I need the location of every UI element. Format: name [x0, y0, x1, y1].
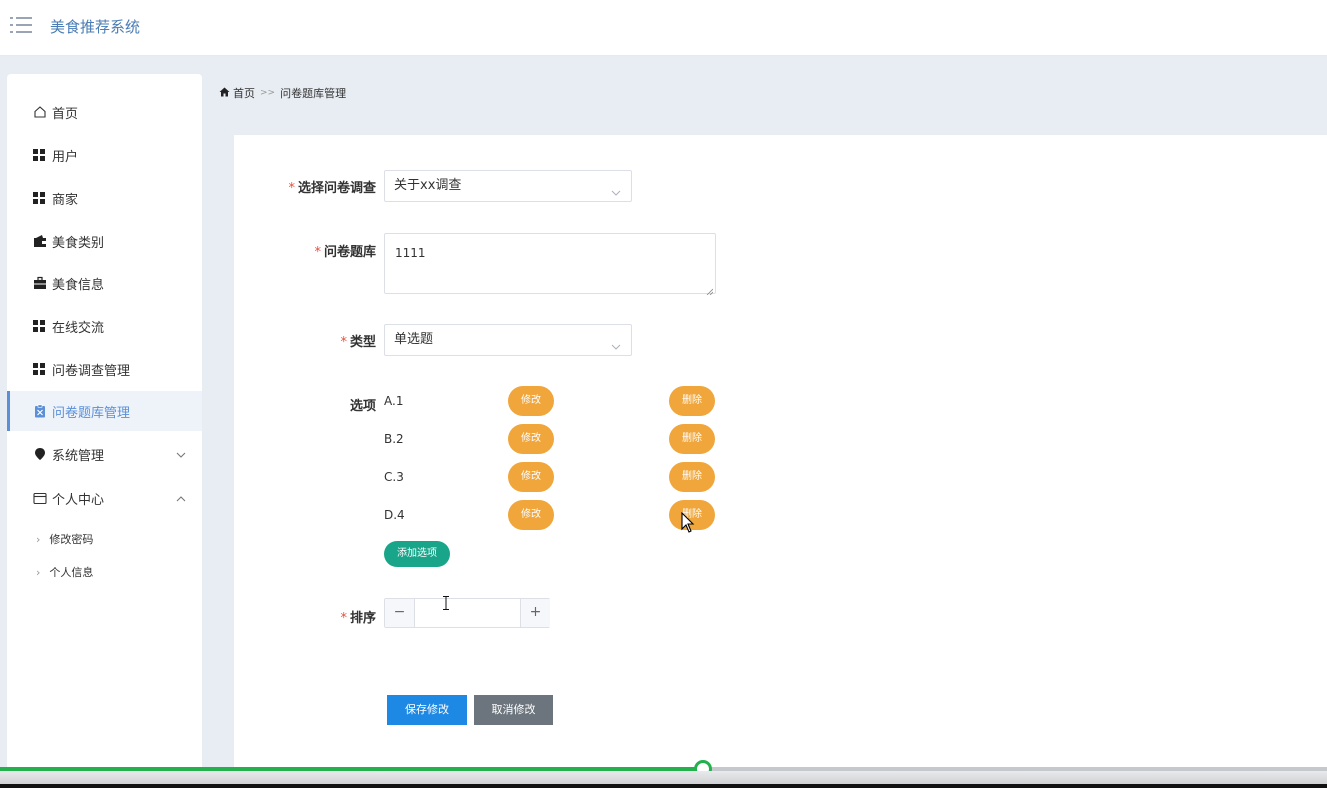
option-edit-button[interactable]: 修改	[508, 386, 554, 416]
sidebar-item-label: 首页	[52, 106, 79, 122]
wallet-icon	[33, 234, 47, 248]
home-icon	[219, 87, 230, 100]
add-option-button[interactable]: 添加选项	[384, 541, 450, 567]
text-cursor-icon	[443, 595, 449, 610]
option-delete-button[interactable]: 删除	[669, 462, 715, 492]
sidebar-item-system-management[interactable]: 系统管理	[7, 434, 202, 474]
grid-icon	[33, 191, 47, 205]
sidebar-subitem-change-password[interactable]: › 修改密码	[7, 524, 202, 554]
breadcrumb-current: 问卷题库管理	[280, 87, 347, 100]
sidebar-item-home[interactable]: 首页	[7, 92, 202, 132]
sidebar-item-label: 美食信息	[52, 277, 105, 293]
sidebar-item-label: 个人中心	[52, 492, 105, 508]
sidebar-item-label: 美食类别	[52, 235, 105, 251]
chevron-down-icon	[611, 180, 621, 196]
option-text: A.1	[384, 394, 404, 408]
option-delete-button[interactable]: 删除	[669, 424, 715, 454]
option-edit-button[interactable]: 修改	[508, 424, 554, 454]
option-edit-button[interactable]: 修改	[508, 500, 554, 530]
chevron-up-icon	[176, 492, 186, 502]
sidebar-subitem-label: 修改密码	[49, 533, 94, 546]
chevron-right-icon: ›	[36, 565, 41, 579]
sidebar-item-label: 系统管理	[52, 448, 105, 464]
sidebar-subitem-label: 个人信息	[49, 566, 94, 579]
sidebar-item-label: 在线交流	[52, 320, 105, 336]
type-label: * 类型	[340, 335, 376, 350]
chevron-down-icon	[611, 334, 621, 350]
sidebar-item-merchants[interactable]: 商家	[7, 178, 202, 218]
options-label: 选项	[349, 399, 376, 414]
sidebar-item-personal-center[interactable]: 个人中心	[7, 478, 202, 518]
sidebar-item-users[interactable]: 用户	[7, 135, 202, 175]
type-select[interactable]: 单选题	[384, 324, 632, 356]
breadcrumb-home-link[interactable]: 首页	[233, 85, 255, 101]
grid-icon	[33, 148, 47, 162]
menu-icon[interactable]	[10, 15, 32, 35]
sidebar-item-label: 用户	[52, 149, 79, 165]
player-bar	[0, 771, 1327, 784]
home-outline-icon	[33, 105, 47, 119]
main-panel	[234, 135, 1327, 775]
sort-label: * 排序	[340, 611, 376, 626]
sidebar: 首页 用户 商家 美食类别 美食信息 在线交流 问卷调查管理 问卷题库管理 系统…	[7, 74, 202, 774]
grid-icon	[33, 319, 47, 333]
question-label: * 问卷题库	[314, 245, 376, 260]
save-button[interactable]: 保存修改	[387, 695, 467, 725]
sidebar-item-label: 商家	[52, 192, 79, 208]
option-text: B.2	[384, 432, 404, 446]
breadcrumb: 首页 >> 问卷题库管理	[219, 85, 346, 101]
sidebar-item-label: 问卷调查管理	[52, 363, 131, 379]
sort-input[interactable]	[416, 599, 519, 627]
grid-icon	[33, 362, 47, 376]
clipboard-icon	[33, 404, 47, 418]
card-icon	[33, 491, 47, 505]
sidebar-item-label: 问卷题库管理	[52, 405, 131, 421]
sort-stepper: − +	[384, 598, 550, 628]
sidebar-item-food-info[interactable]: 美食信息	[7, 263, 202, 303]
decrement-button[interactable]: −	[385, 599, 415, 627]
option-edit-button[interactable]: 修改	[508, 462, 554, 492]
option-delete-button[interactable]: 删除	[669, 386, 715, 416]
chevron-right-icon: ›	[36, 532, 41, 546]
app-title: 美食推荐系统	[50, 18, 141, 36]
sidebar-item-question-bank[interactable]: 问卷题库管理	[7, 391, 202, 431]
question-textarea[interactable]: 1111	[384, 233, 716, 296]
top-bar: 美食推荐系统	[0, 0, 1327, 56]
breadcrumb-separator: >>	[260, 88, 276, 98]
sidebar-item-food-category[interactable]: 美食类别	[7, 221, 202, 261]
pin-icon	[33, 447, 47, 461]
cancel-button[interactable]: 取消修改	[474, 695, 553, 725]
option-text: D.4	[384, 508, 405, 522]
survey-select[interactable]: 关于xx调查	[384, 170, 632, 202]
sidebar-item-survey-management[interactable]: 问卷调查管理	[7, 349, 202, 389]
survey-label: * 选择问卷调查	[288, 181, 376, 196]
briefcase-icon	[33, 276, 47, 290]
resize-handle-icon[interactable]	[706, 284, 714, 296]
option-text: C.3	[384, 470, 404, 484]
increment-button[interactable]: +	[520, 599, 550, 627]
chevron-down-icon	[176, 448, 186, 458]
sidebar-subitem-personal-info[interactable]: › 个人信息	[7, 557, 202, 587]
player-edge	[0, 784, 1327, 788]
pointer-cursor-icon	[681, 511, 695, 534]
sidebar-item-online-chat[interactable]: 在线交流	[7, 306, 202, 346]
